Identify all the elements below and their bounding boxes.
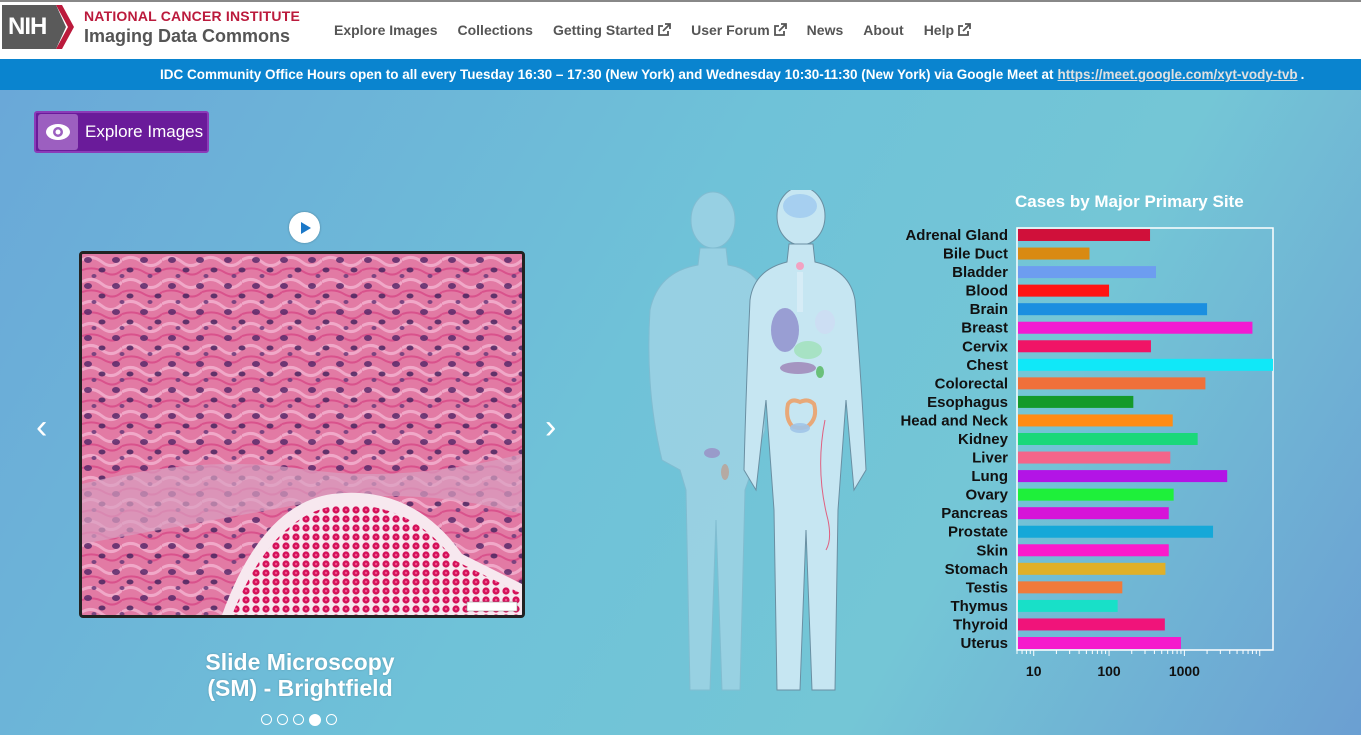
carousel-dot[interactable]: [261, 714, 272, 725]
chart-svg: Adrenal Gland Bile DuctBladder BloodBrain B…: [900, 227, 1274, 679]
chart-category-label: Chest: [966, 357, 1008, 374]
carousel-slide-title: Slide Microscopy (SM) - Brightfield: [205, 649, 395, 701]
chart-category-label: Lung: [971, 468, 1008, 485]
chart-bar-brain[interactable]: [1018, 303, 1208, 316]
top-navbar: NIH NATIONAL CANCER INSTITUTE Imaging Da…: [0, 0, 1361, 59]
chart-category-label: Blood: [966, 283, 1009, 300]
chart-category-label: Liver: [972, 450, 1008, 467]
chart-bar-liver[interactable]: [1018, 451, 1171, 464]
chart-title: Cases by Major Primary Site: [1015, 192, 1244, 211]
carousel-dot[interactable]: [326, 714, 337, 725]
chart-x-tick-label: 1000: [1169, 663, 1200, 679]
cases-by-site-chart: Cases by Major Primary Site Adrenal Glan…: [895, 185, 1285, 695]
chart-bar-bile-duct[interactable]: [1018, 247, 1090, 260]
chart-category-label: Testis: [966, 579, 1008, 596]
carousel-dot-active[interactable]: [309, 714, 321, 726]
chart-category-label: Head and Neck: [900, 412, 1008, 429]
nav-about[interactable]: About: [863, 22, 903, 38]
chart-category-label: Breast: [961, 320, 1008, 337]
chart-category-label: Thymus: [950, 598, 1008, 615]
nci-label: NATIONAL CANCER INSTITUTE: [84, 8, 301, 24]
idc-label: Imaging Data Commons: [84, 26, 291, 46]
external-link-icon: [658, 23, 671, 36]
chart-category-label: Ovary: [965, 487, 1008, 504]
chart-category-label: Skin: [976, 542, 1008, 559]
chart-category-label: Brain: [970, 301, 1008, 318]
carousel-prev-arrow[interactable]: ‹: [36, 410, 47, 444]
chart-category-label: Bladder: [952, 264, 1008, 281]
carousel-dot[interactable]: [277, 714, 288, 725]
external-link-icon: [773, 23, 787, 36]
nav-help[interactable]: Help: [924, 22, 971, 38]
chart-bar-bladder[interactable]: [1018, 266, 1157, 279]
banner-text: IDC Community Office Hours open to all e…: [160, 67, 1054, 82]
carousel-play-button[interactable]: [289, 212, 320, 243]
histology-slide-image: [82, 254, 522, 615]
chart-x-tick-label: 10: [1026, 663, 1042, 679]
chart-bar-ovary[interactable]: [1018, 488, 1174, 501]
chart-category-label: Pancreas: [941, 505, 1008, 522]
announcement-banner: IDC Community Office Hours open to all e…: [0, 59, 1361, 90]
eye-icon: [38, 114, 78, 150]
chart-category-label: Cervix: [962, 338, 1009, 355]
chart-bar-cervix[interactable]: [1018, 340, 1151, 353]
chart-bar-colorectal[interactable]: [1018, 377, 1206, 390]
banner-suffix: .: [1300, 67, 1305, 82]
chart-category-label: Bile Duct: [943, 246, 1008, 263]
nih-chevron-icon: [56, 5, 74, 49]
chart-bar-skin[interactable]: [1018, 544, 1169, 557]
chart-bar-testis[interactable]: [1018, 581, 1123, 594]
chart-bar-pancreas[interactable]: [1018, 507, 1169, 520]
chart-category-label: Colorectal: [935, 375, 1008, 392]
nav-news[interactable]: News: [807, 22, 844, 38]
external-link-icon: [958, 23, 971, 36]
chart-bar-esophagus[interactable]: [1018, 395, 1134, 408]
explore-images-button[interactable]: Explore Images: [34, 111, 209, 153]
nav-collections[interactable]: Collections: [458, 22, 533, 38]
nih-idc-logo[interactable]: NIH NATIONAL CANCER INSTITUTE Imaging Da…: [2, 5, 300, 49]
chart-bar-uterus[interactable]: [1018, 637, 1181, 649]
chart-category-label: Adrenal Gland: [905, 227, 1008, 244]
carousel-next-arrow[interactable]: ›: [545, 410, 556, 444]
chart-category-label: Esophagus: [927, 394, 1008, 411]
chart-category-label: Kidney: [958, 431, 1009, 448]
chart-bar-thymus[interactable]: [1018, 599, 1118, 612]
chart-bar-adrenal-gland[interactable]: [1018, 229, 1151, 241]
explore-images-label: Explore Images: [85, 122, 204, 141]
hero-section: Explore Images ‹ › Slide Microscopy (SM)…: [0, 90, 1361, 735]
nih-logo-mark: NIH: [2, 5, 56, 49]
chart-bar-blood[interactable]: [1018, 284, 1110, 297]
carousel-indicators: [261, 714, 337, 726]
chart-bar-kidney[interactable]: [1018, 433, 1198, 445]
main-nav: Explore Images Collections Getting Start…: [334, 22, 991, 38]
chart-bar-stomach[interactable]: [1018, 562, 1166, 575]
nav-explore-images[interactable]: Explore Images: [334, 22, 438, 38]
chart-category-label: Prostate: [948, 524, 1008, 541]
chart-category-label: Uterus: [960, 635, 1008, 652]
human-body-illustration[interactable]: [640, 190, 880, 695]
chart-bar-lung[interactable]: [1018, 470, 1228, 483]
carousel-slide-image: [79, 251, 525, 618]
chart-bar-prostate[interactable]: [1018, 525, 1214, 538]
play-icon: [300, 221, 311, 234]
nav-getting-started[interactable]: Getting Started: [553, 22, 671, 38]
chart-category-label: Thyroid: [953, 616, 1008, 633]
banner-meet-link[interactable]: https://meet.google.com/xyt-vody-tvb: [1058, 67, 1298, 82]
chart-bar-breast[interactable]: [1018, 321, 1253, 334]
chart-bar-chest[interactable]: [1018, 358, 1273, 371]
carousel-dot[interactable]: [293, 714, 304, 725]
chart-category-label: Stomach: [945, 561, 1008, 578]
nav-user-forum[interactable]: User Forum: [691, 22, 787, 38]
chart-bar-thyroid[interactable]: [1018, 618, 1165, 631]
chart-bar-head-and-neck[interactable]: [1018, 414, 1173, 427]
chart-x-tick-label: 100: [1097, 663, 1121, 679]
